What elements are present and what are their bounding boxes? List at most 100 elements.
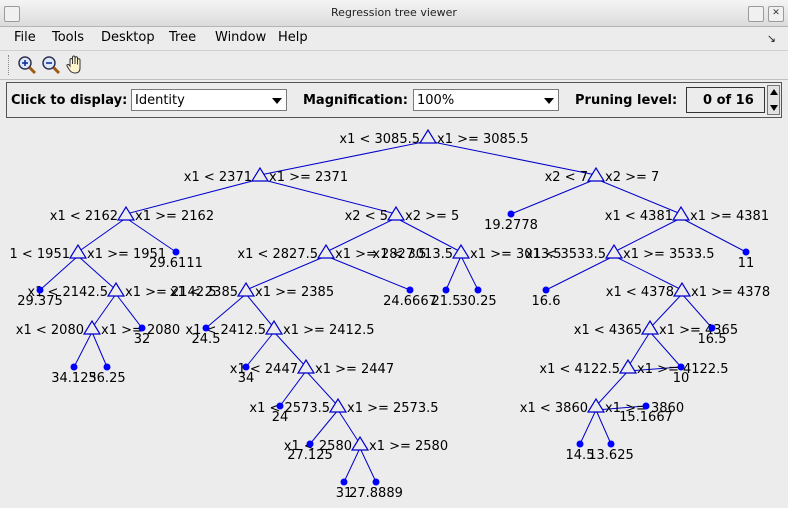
branch-node-icon[interactable]	[116, 205, 136, 221]
branch-node-icon[interactable]	[296, 358, 316, 374]
window-menu-button[interactable]	[4, 6, 20, 22]
leaf-value-label: 29.375	[17, 294, 63, 309]
split-left-label: x1 < 2162	[50, 209, 118, 224]
title-bar: Regression tree viewer ✕	[0, 0, 788, 27]
leaf-value-label: 19.2778	[484, 218, 538, 233]
chevron-down-icon	[544, 98, 554, 104]
split-left-label: x1 < 2080	[16, 323, 84, 338]
leaf-value-label: 32	[134, 332, 151, 347]
display-select[interactable]: Identity	[131, 89, 287, 111]
split-left-label: x1 < 4378	[606, 285, 674, 300]
split-right-label: x1 >= 4378	[691, 285, 770, 300]
branch-node-icon[interactable]	[328, 397, 348, 413]
leaf-node-icon[interactable]	[708, 324, 716, 332]
branch-node-icon[interactable]	[604, 243, 624, 259]
leaf-node-icon[interactable]	[138, 324, 146, 332]
pruning-label: Pruning level:	[575, 93, 678, 108]
branch-node-icon[interactable]	[250, 166, 270, 182]
split-right-label: x1 >= 3085.5	[437, 132, 529, 147]
leaf-node-icon[interactable]	[103, 363, 111, 371]
split-left-label: x1 < 4381	[605, 209, 673, 224]
leaf-node-icon[interactable]	[607, 440, 615, 448]
leaf-value-label: 11	[738, 256, 755, 271]
menu-file[interactable]: File	[14, 30, 36, 45]
branch-node-icon[interactable]	[671, 205, 691, 221]
branch-node-icon[interactable]	[68, 243, 88, 259]
spinner-down-icon[interactable]	[770, 105, 778, 111]
branch-node-icon[interactable]	[418, 128, 438, 144]
branch-node-icon[interactable]	[586, 397, 606, 413]
split-left-label: x1 < 3860	[520, 401, 588, 416]
leaf-node-icon[interactable]	[202, 324, 210, 332]
leaf-value-label: 36.25	[88, 371, 125, 386]
branch-node-icon[interactable]	[386, 205, 406, 221]
branch-node-icon[interactable]	[236, 281, 256, 297]
leaf-value-label: 27.125	[287, 448, 333, 463]
leaf-node-icon[interactable]	[340, 478, 348, 486]
menu-tree[interactable]: Tree	[169, 30, 196, 45]
branch-node-icon[interactable]	[451, 243, 471, 259]
display-select-value: Identity	[135, 93, 185, 108]
branch-node-icon[interactable]	[618, 358, 638, 374]
leaf-node-icon[interactable]	[742, 248, 750, 256]
menu-desktop[interactable]: Desktop	[101, 30, 155, 45]
display-label: Click to display:	[11, 93, 128, 108]
dock-arrow-icon[interactable]: ↘	[767, 32, 776, 45]
branch-node-icon[interactable]	[586, 166, 606, 182]
split-left-label: x1 < 4365	[574, 323, 642, 338]
leaf-node-icon[interactable]	[507, 210, 515, 218]
split-left-label: x1 < 2827.5	[237, 247, 318, 262]
leaf-node-icon[interactable]	[36, 286, 44, 294]
leaf-node-icon[interactable]	[276, 402, 284, 410]
branch-node-icon[interactable]	[640, 319, 660, 335]
menu-window[interactable]: Window	[215, 30, 266, 45]
leaf-value-label: 16.5	[698, 332, 727, 347]
branch-node-icon[interactable]	[316, 243, 336, 259]
branch-node-icon[interactable]	[264, 319, 284, 335]
leaf-value-label: 27.8889	[349, 486, 403, 501]
toolbar	[0, 50, 788, 80]
leaf-node-icon[interactable]	[442, 286, 450, 294]
magnification-select-value: 100%	[417, 93, 455, 108]
zoom-out-icon[interactable]	[40, 54, 62, 76]
branch-node-icon[interactable]	[350, 435, 370, 451]
leaf-value-label: 24	[272, 410, 289, 425]
leaf-node-icon[interactable]	[372, 478, 380, 486]
magnification-select[interactable]: 100%	[413, 89, 559, 111]
leaf-value-label: 10	[673, 371, 690, 386]
leaf-node-icon[interactable]	[642, 402, 650, 410]
menu-tools[interactable]: Tools	[52, 30, 84, 45]
leaf-node-icon[interactable]	[576, 440, 584, 448]
zoom-in-icon[interactable]	[16, 54, 38, 76]
split-right-label: x2 >= 5	[405, 209, 459, 224]
leaf-node-icon[interactable]	[542, 286, 550, 294]
menu-help[interactable]: Help	[278, 30, 308, 45]
leaf-value-label: 34	[238, 371, 255, 386]
split-right-label: x1 >= 2580	[369, 439, 448, 454]
leaf-value-label: 16.6	[532, 294, 561, 309]
split-right-label: x1 >= 3533.5	[623, 247, 715, 262]
split-left-label: x1 < 3533.5	[525, 247, 606, 262]
pruning-level-value: 0 of 16	[703, 93, 754, 108]
split-right-label: x1 >= 2162	[135, 209, 214, 224]
leaf-node-icon[interactable]	[474, 286, 482, 294]
close-button[interactable]: ✕	[768, 6, 784, 22]
leaf-node-icon[interactable]	[70, 363, 78, 371]
leaf-node-icon[interactable]	[677, 363, 685, 371]
pruning-level-field[interactable]: 0 of 16	[686, 87, 765, 113]
leaf-node-icon[interactable]	[242, 363, 250, 371]
split-left-label: x1 < 2371	[184, 170, 252, 185]
minimize-button[interactable]	[748, 6, 764, 22]
leaf-value-label: 21.5	[432, 294, 461, 309]
branch-node-icon[interactable]	[82, 319, 102, 335]
regression-tree: x1 < 3085.5 x1 >= 3085.5 x1 < 2371 x1 >= 23…	[9, 128, 770, 501]
split-right-label: x1 >= 2371	[269, 170, 348, 185]
pan-hand-icon[interactable]	[64, 54, 86, 76]
branch-node-icon[interactable]	[672, 281, 692, 297]
leaf-node-icon[interactable]	[172, 248, 180, 256]
split-left-label: x2 < 5	[345, 209, 388, 224]
leaf-node-icon[interactable]	[306, 440, 314, 448]
spinner-up-icon[interactable]	[770, 89, 778, 95]
leaf-node-icon[interactable]	[406, 286, 414, 294]
pruning-spinner[interactable]	[767, 85, 780, 115]
